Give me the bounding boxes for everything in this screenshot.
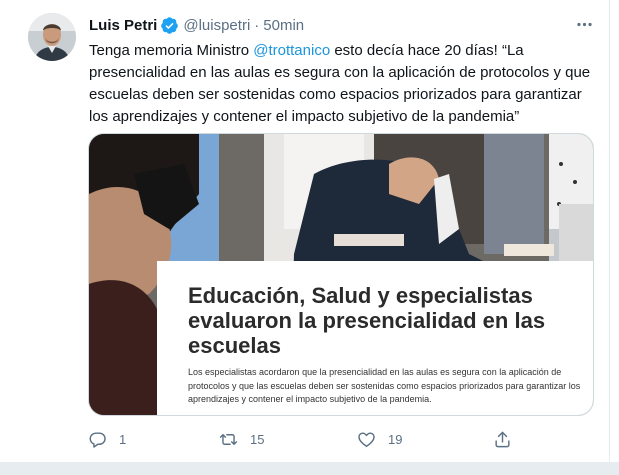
article-headline: Educación, Salud y especialistas evaluar… xyxy=(188,283,546,358)
more-options-icon xyxy=(576,22,592,26)
reply-count: 1 xyxy=(119,431,127,447)
column-border xyxy=(609,0,610,475)
article-summary: Los especialistas acordaron que la prese… xyxy=(188,367,581,404)
reply-icon xyxy=(89,431,106,448)
author-name[interactable]: Luis Petri xyxy=(89,17,157,34)
more-options-button[interactable] xyxy=(570,10,598,38)
retweet-count: 15 xyxy=(250,431,265,447)
retweet-button[interactable]: 15 xyxy=(219,427,264,451)
author-handle[interactable]: @luispetri xyxy=(183,17,250,34)
reply-button[interactable]: 1 xyxy=(88,427,126,451)
avatar[interactable] xyxy=(28,13,76,61)
like-icon xyxy=(358,431,375,447)
timestamp[interactable]: 50min xyxy=(263,17,304,34)
tweet-text: Tenga memoria Ministro @trottanico esto … xyxy=(89,40,595,128)
retweet-icon xyxy=(219,433,238,445)
mention-link[interactable]: @trottanico xyxy=(253,42,330,59)
separator-dot: · xyxy=(254,16,260,34)
share-icon xyxy=(495,431,510,447)
like-button[interactable]: 19 xyxy=(357,427,402,451)
share-button[interactable] xyxy=(493,427,512,451)
tweet-text-before-mention: Tenga memoria Ministro xyxy=(89,42,254,59)
tweet-header: Luis Petri @luispetri · 50min xyxy=(89,14,304,36)
article-preview: Educación, Salud y especialistas evaluar… xyxy=(157,261,593,415)
tweet-actions: 1 15 19 xyxy=(88,427,528,451)
link-card[interactable]: Educación, Salud y especialistas evaluar… xyxy=(88,133,594,416)
timeline-divider xyxy=(0,462,619,475)
tweet[interactable]: Luis Petri @luispetri · 50min Tenga memo… xyxy=(0,0,619,475)
verified-badge-icon xyxy=(161,16,179,34)
like-count: 19 xyxy=(388,431,403,447)
